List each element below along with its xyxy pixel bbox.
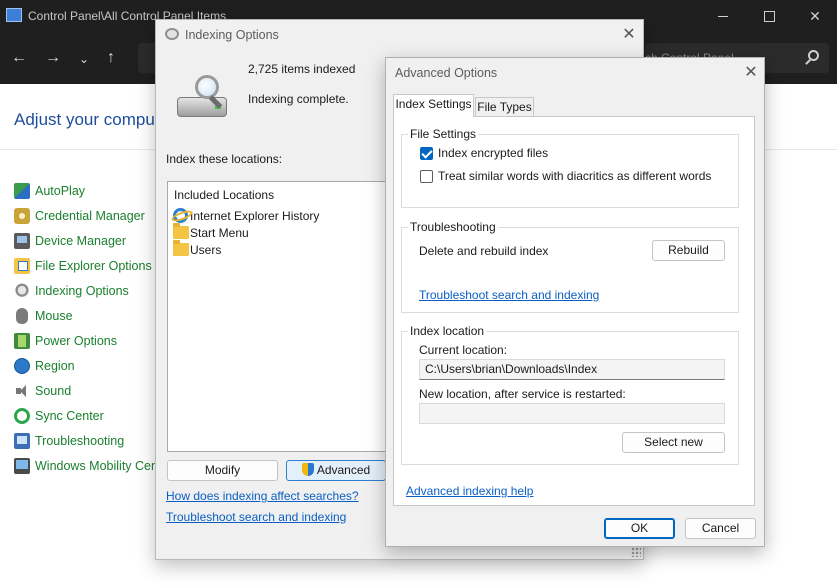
search-icon[interactable] <box>808 50 819 61</box>
hard-drive-magnifier-icon <box>177 75 235 121</box>
cp-item-label: Mouse <box>35 308 73 323</box>
diacritics-checkbox[interactable]: Treat similar words with diacritics as d… <box>420 169 711 183</box>
cp-item-sync-center[interactable]: Sync Center <box>14 403 158 428</box>
resize-grip[interactable] <box>631 547 641 557</box>
troubleshoot-search-link[interactable]: Troubleshoot search and indexing <box>166 510 346 524</box>
list-item[interactable]: Users <box>173 240 222 258</box>
credential-manager-icon <box>14 207 30 224</box>
autoplay-icon <box>14 182 30 199</box>
region-icon <box>14 357 30 374</box>
cp-item-indexing-options[interactable]: Indexing Options <box>14 278 158 303</box>
list-item[interactable]: Internet Explorer History <box>173 207 319 224</box>
list-header[interactable]: Included Locations <box>174 188 274 202</box>
recent-locations-chevron-icon[interactable]: ⌄ <box>79 49 89 69</box>
cp-item-label: AutoPlay <box>35 183 86 198</box>
troubleshoot-search-link[interactable]: Troubleshoot search and indexing <box>419 288 599 302</box>
ok-button[interactable]: OK <box>604 518 675 539</box>
cp-item-label: Sound <box>35 383 72 398</box>
cp-item-label: Power Options <box>35 333 117 348</box>
cp-item-label: Device Manager <box>35 233 127 248</box>
index-encrypted-files-checkbox[interactable]: Index encrypted files <box>420 146 548 160</box>
indexing-options-icon <box>14 282 30 299</box>
folder-icon <box>173 240 189 256</box>
cp-item-label: File Explorer Options <box>35 258 152 273</box>
indexing-options-icon <box>165 28 179 40</box>
locations-label: Index these locations: <box>166 152 283 166</box>
file-settings-group: File Settings Index encrypted files Trea… <box>401 127 739 208</box>
current-location-field[interactable]: C:\Users\brian\Downloads\Index <box>419 359 725 380</box>
close-icon[interactable]: ✕ <box>619 26 639 44</box>
control-panel-items: AutoPlay Credential Manager Device Manag… <box>14 178 158 478</box>
troubleshooting-icon <box>14 432 30 449</box>
dialog-title: Indexing Options <box>185 28 279 42</box>
tab-index-settings[interactable]: Index Settings <box>393 94 474 117</box>
current-location-label: Current location: <box>419 343 508 357</box>
advanced-button-label: Advanced <box>316 463 371 477</box>
cp-item-label: Indexing Options <box>35 283 129 298</box>
cp-item-label: Windows Mobility Cen <box>35 458 158 473</box>
list-item-label: Start Menu <box>190 225 249 240</box>
sound-icon <box>14 383 30 399</box>
rebuild-description: Delete and rebuild index <box>419 244 549 258</box>
checkbox-unchecked-icon[interactable] <box>420 169 433 183</box>
close-button[interactable]: ✕ <box>792 0 837 32</box>
cp-item-power-options[interactable]: Power Options <box>14 328 158 353</box>
cp-item-sound[interactable]: Sound <box>14 378 158 403</box>
cp-item-windows-mobility-center[interactable]: Windows Mobility Cen <box>14 453 158 478</box>
group-title: File Settings <box>408 127 479 141</box>
advanced-indexing-help-link[interactable]: Advanced indexing help <box>406 484 533 498</box>
file-explorer-options-icon <box>14 257 30 274</box>
uac-shield-icon <box>301 463 314 476</box>
cp-item-mouse[interactable]: Mouse <box>14 303 158 328</box>
list-item-label: Internet Explorer History <box>190 208 320 223</box>
cp-item-credential-manager[interactable]: Credential Manager <box>14 203 158 228</box>
checkbox-checked-icon[interactable] <box>420 146 433 160</box>
internet-explorer-icon <box>173 208 188 223</box>
tab-file-types[interactable]: File Types <box>475 97 534 117</box>
group-title: Troubleshooting <box>408 220 498 234</box>
windows-mobility-center-icon <box>14 457 30 474</box>
cp-item-troubleshooting[interactable]: Troubleshooting <box>14 428 158 453</box>
cp-item-device-manager[interactable]: Device Manager <box>14 228 158 253</box>
cp-item-label: Credential Manager <box>35 208 145 223</box>
list-item[interactable]: Start Menu <box>173 223 249 241</box>
power-options-icon <box>14 332 30 349</box>
cp-item-autoplay[interactable]: AutoPlay <box>14 178 158 203</box>
list-item-label: Users <box>190 242 222 257</box>
forward-arrow-icon[interactable]: → <box>45 48 61 68</box>
checkbox-label: Index encrypted files <box>438 146 549 160</box>
rebuild-button[interactable]: Rebuild <box>652 240 725 261</box>
cancel-button[interactable]: Cancel <box>685 518 756 539</box>
close-icon[interactable]: ✕ <box>741 64 761 82</box>
group-title: Index location <box>408 324 487 338</box>
new-location-field <box>419 403 725 424</box>
dialog-titlebar[interactable]: Advanced Options ✕ <box>386 58 764 88</box>
how-indexing-affects-searches-link[interactable]: How does indexing affect searches? <box>166 489 359 503</box>
up-arrow-icon[interactable]: ↑ <box>107 48 115 68</box>
items-indexed-count: 2,725 items indexed <box>248 62 356 76</box>
device-manager-icon <box>14 232 30 249</box>
cp-item-file-explorer-options[interactable]: File Explorer Options <box>14 253 158 278</box>
dialog-title: Advanced Options <box>395 66 498 80</box>
sync-center-icon <box>14 407 30 424</box>
maximize-button[interactable] <box>746 0 792 32</box>
checkbox-label: Treat similar words with diacritics as d… <box>438 169 712 183</box>
cp-item-label: Sync Center <box>35 408 104 423</box>
advanced-options-dialog: Advanced Options ✕ Index Settings File T… <box>385 57 765 547</box>
advanced-button[interactable]: Advanced <box>286 460 386 481</box>
cp-item-label: Troubleshooting <box>35 433 125 448</box>
indexing-status: Indexing complete. <box>248 92 349 106</box>
select-new-button[interactable]: Select new <box>622 432 725 453</box>
new-location-label: New location, after service is restarted… <box>419 387 626 401</box>
minimize-button[interactable] <box>700 0 746 32</box>
dialog-titlebar[interactable]: Indexing Options ✕ <box>156 20 643 50</box>
folder-icon <box>173 223 189 239</box>
cp-item-region[interactable]: Region <box>14 353 158 378</box>
control-panel-icon <box>6 8 22 22</box>
mouse-icon <box>16 307 28 324</box>
modify-button[interactable]: Modify <box>167 460 278 481</box>
cp-item-label: Region <box>35 358 75 373</box>
back-arrow-icon[interactable]: ← <box>11 48 27 68</box>
page-heading: Adjust your compute <box>14 110 169 129</box>
